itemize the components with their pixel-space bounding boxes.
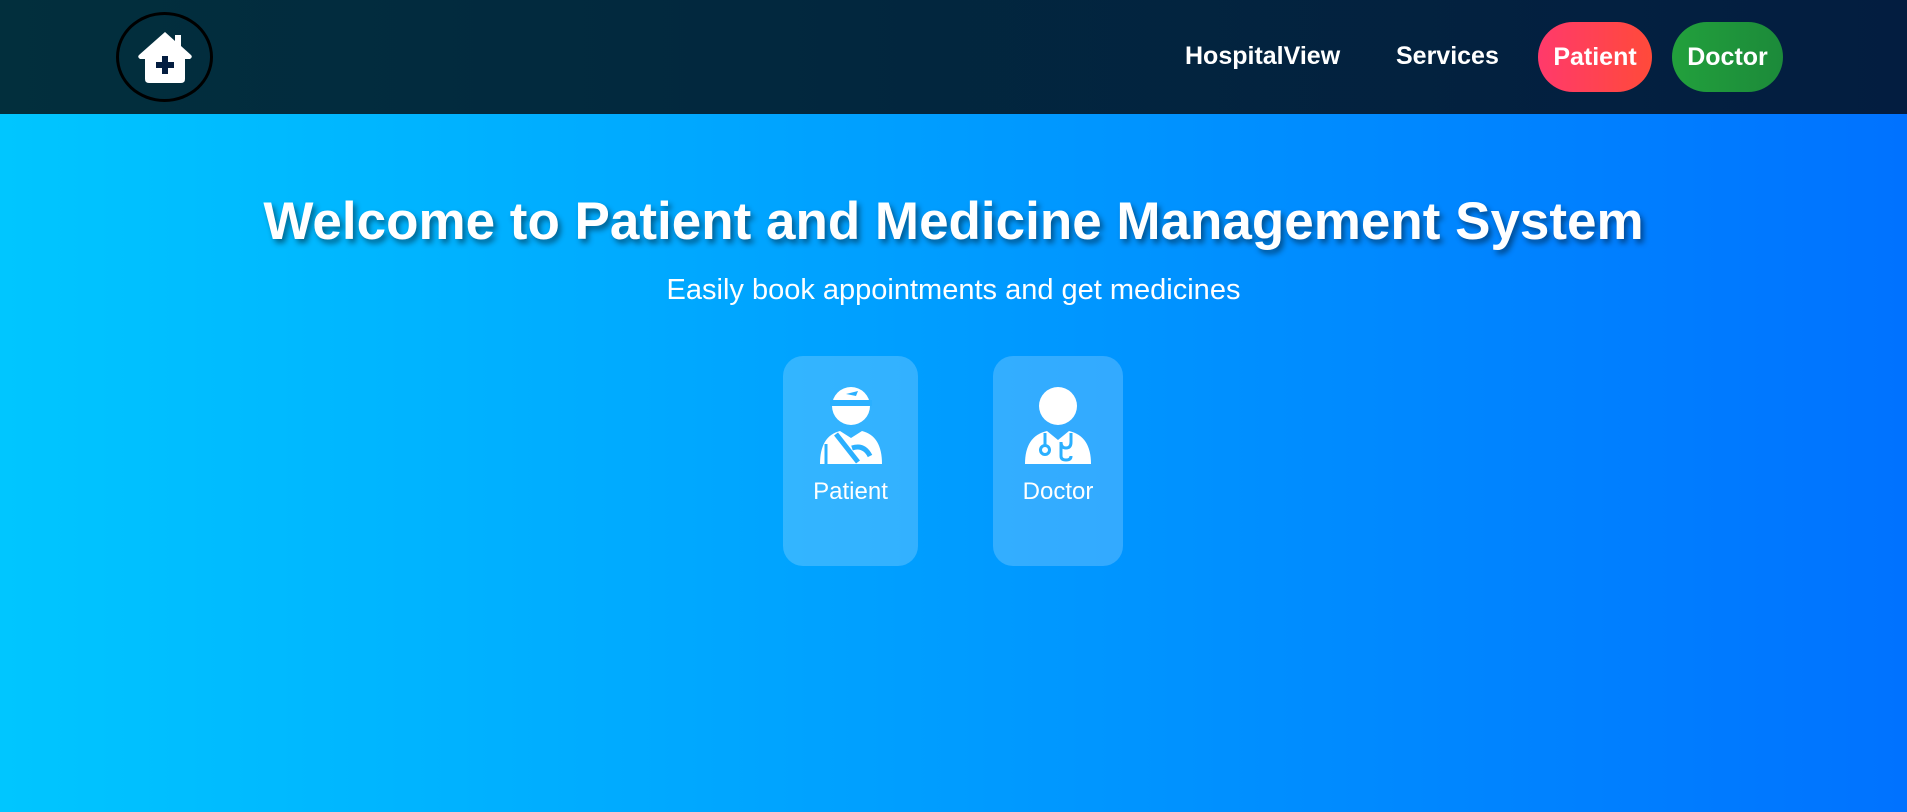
nav-patient-button[interactable]: Patient	[1538, 22, 1652, 92]
nav-link-hospitalview[interactable]: HospitalView	[1185, 36, 1340, 76]
doctor-card[interactable]: Doctor	[993, 356, 1123, 566]
doctor-icon	[1023, 386, 1093, 466]
nav-link-services[interactable]: Services	[1396, 36, 1499, 76]
hero-title: Welcome to Patient and Medicine Manageme…	[263, 192, 1644, 251]
patient-icon	[816, 386, 886, 466]
doctor-card-label: Doctor	[1022, 478, 1094, 505]
top-navbar: HospitalView Services Patient Doctor	[0, 0, 1907, 114]
patient-card[interactable]: Patient	[783, 356, 918, 566]
home-logo-button[interactable]	[116, 12, 213, 102]
hero-subtitle: Easily book appointments and get medicin…	[666, 274, 1241, 306]
patient-card-label: Patient	[813, 478, 888, 505]
home-medical-icon	[135, 29, 195, 85]
nav-doctor-button[interactable]: Doctor	[1672, 22, 1783, 92]
